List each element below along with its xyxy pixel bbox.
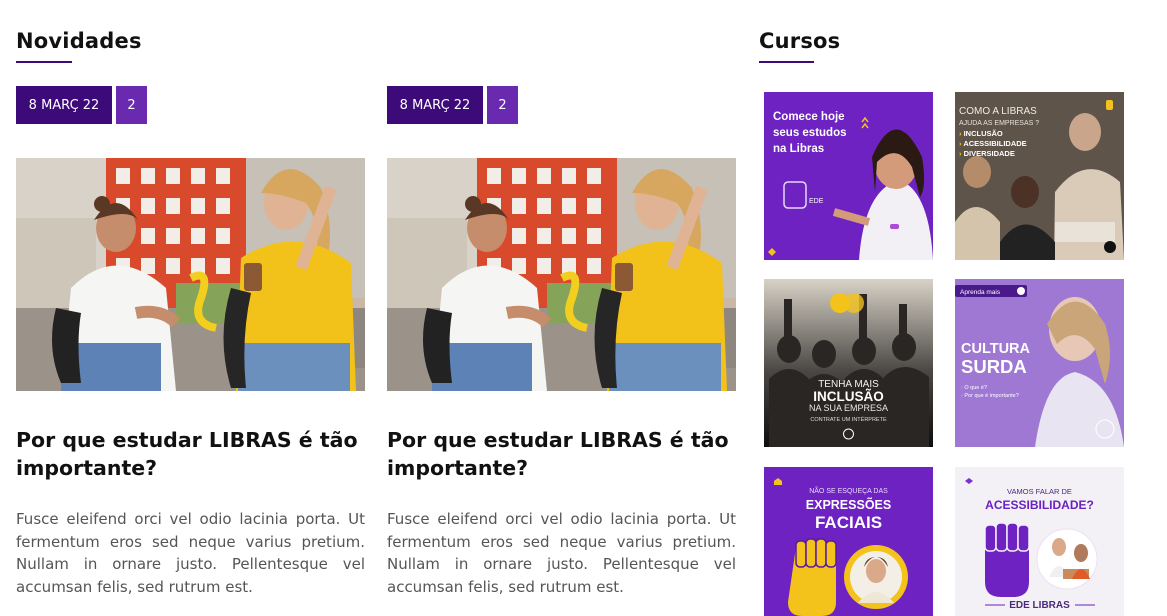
post-meta: 8 MARÇ 22 2 [16, 86, 147, 124]
news-post: 8 MARÇ 22 2 Por que estudar LIBRAS é tão… [16, 86, 365, 606]
post-title[interactable]: Por que estudar LIBRAS é tão importante? [16, 426, 365, 482]
course-card-footer: EDE LIBRAS [1009, 600, 1070, 611]
post-comment-count-badge[interactable]: 2 [116, 86, 147, 124]
post-meta: 8 MARÇ 22 2 [387, 86, 518, 124]
svg-text:› Por que é importante?: › Por que é importante? [961, 393, 1019, 399]
course-card[interactable]: TENHA MAIS INCLUSÃO NA SUA EMPRESA CONTR… [764, 279, 933, 447]
course-card[interactable]: NÃO SE ESQUEÇA DAS EXPRESSÕES FACIAIS [764, 467, 933, 616]
course-card-bullet: ACESSIBILIDADE [963, 139, 1026, 148]
post-excerpt: Fusce eleifend orci vel odio lacinia por… [387, 510, 736, 596]
course-card-brand: EDE [809, 198, 824, 205]
course-card-text: INCLUSÃO [813, 389, 884, 404]
course-card-text: na Libras [773, 143, 824, 155]
courses-heading-underline [759, 61, 814, 63]
course-card-text: ACESSIBILIDADE? [985, 498, 1094, 512]
post-title[interactable]: Por que estudar LIBRAS é tão importante? [387, 426, 736, 482]
course-card-text: FACIAIS [815, 513, 882, 532]
course-card-tag: Aprenda mais [960, 289, 1001, 296]
svg-text:› INCLUSÃO: › INCLUSÃO [959, 129, 1003, 138]
course-card[interactable]: Aprenda mais CULTURA SURDA › O que é? › … [955, 279, 1124, 447]
course-card-text: NA SUA EMPRESA [809, 403, 888, 413]
news-heading: Novidades [16, 29, 142, 53]
course-card-text: COMO A LIBRAS [959, 106, 1037, 117]
post-image[interactable] [387, 158, 736, 391]
course-card-footer: CONTRATE UM INTÉRPRETE [810, 416, 887, 423]
course-card[interactable]: Comece hoje seus estudos na Libras EDE [764, 92, 933, 260]
course-card-text: EXPRESSÕES [806, 497, 891, 512]
course-card-bullet: Por que é importante? [964, 393, 1018, 399]
svg-text:› ACESSIBILIDADE: › ACESSIBILIDADE [959, 139, 1027, 148]
course-card-bullet: O que é? [964, 385, 987, 391]
course-card-text: SURDA [961, 356, 1027, 377]
post-comment-count-badge[interactable]: 2 [487, 86, 518, 124]
course-card-text: seus estudos [773, 127, 847, 139]
course-card-text: AJUDA AS EMPRESAS ? [959, 120, 1039, 127]
course-card-text: CULTURA [961, 341, 1031, 357]
post-image[interactable] [16, 158, 365, 391]
svg-text:› O que é?: › O que é? [961, 385, 987, 391]
news-post: 8 MARÇ 22 2 Por que estudar LIBRAS é tão… [387, 86, 736, 606]
course-card-text: VAMOS FALAR DE [1007, 487, 1072, 496]
post-date-badge[interactable]: 8 MARÇ 22 [16, 86, 112, 124]
course-card-bullet: INCLUSÃO [964, 129, 1003, 138]
course-card-bullet: DIVERSIDADE [964, 149, 1015, 158]
svg-text:› DIVERSIDADE: › DIVERSIDADE [959, 149, 1015, 158]
post-excerpt: Fusce eleifend orci vel odio lacinia por… [16, 510, 365, 596]
course-card-text: NÃO SE ESQUEÇA DAS [809, 486, 888, 495]
post-date-badge[interactable]: 8 MARÇ 22 [387, 86, 483, 124]
news-heading-underline [16, 61, 72, 63]
course-card[interactable]: VAMOS FALAR DE ACESSIBILIDADE? EDE LIBRA… [955, 467, 1124, 616]
course-card-text: Comece hoje [773, 111, 845, 123]
courses-heading: Cursos [759, 29, 841, 53]
course-card[interactable]: COMO A LIBRAS AJUDA AS EMPRESAS ? › INCL… [955, 92, 1124, 260]
